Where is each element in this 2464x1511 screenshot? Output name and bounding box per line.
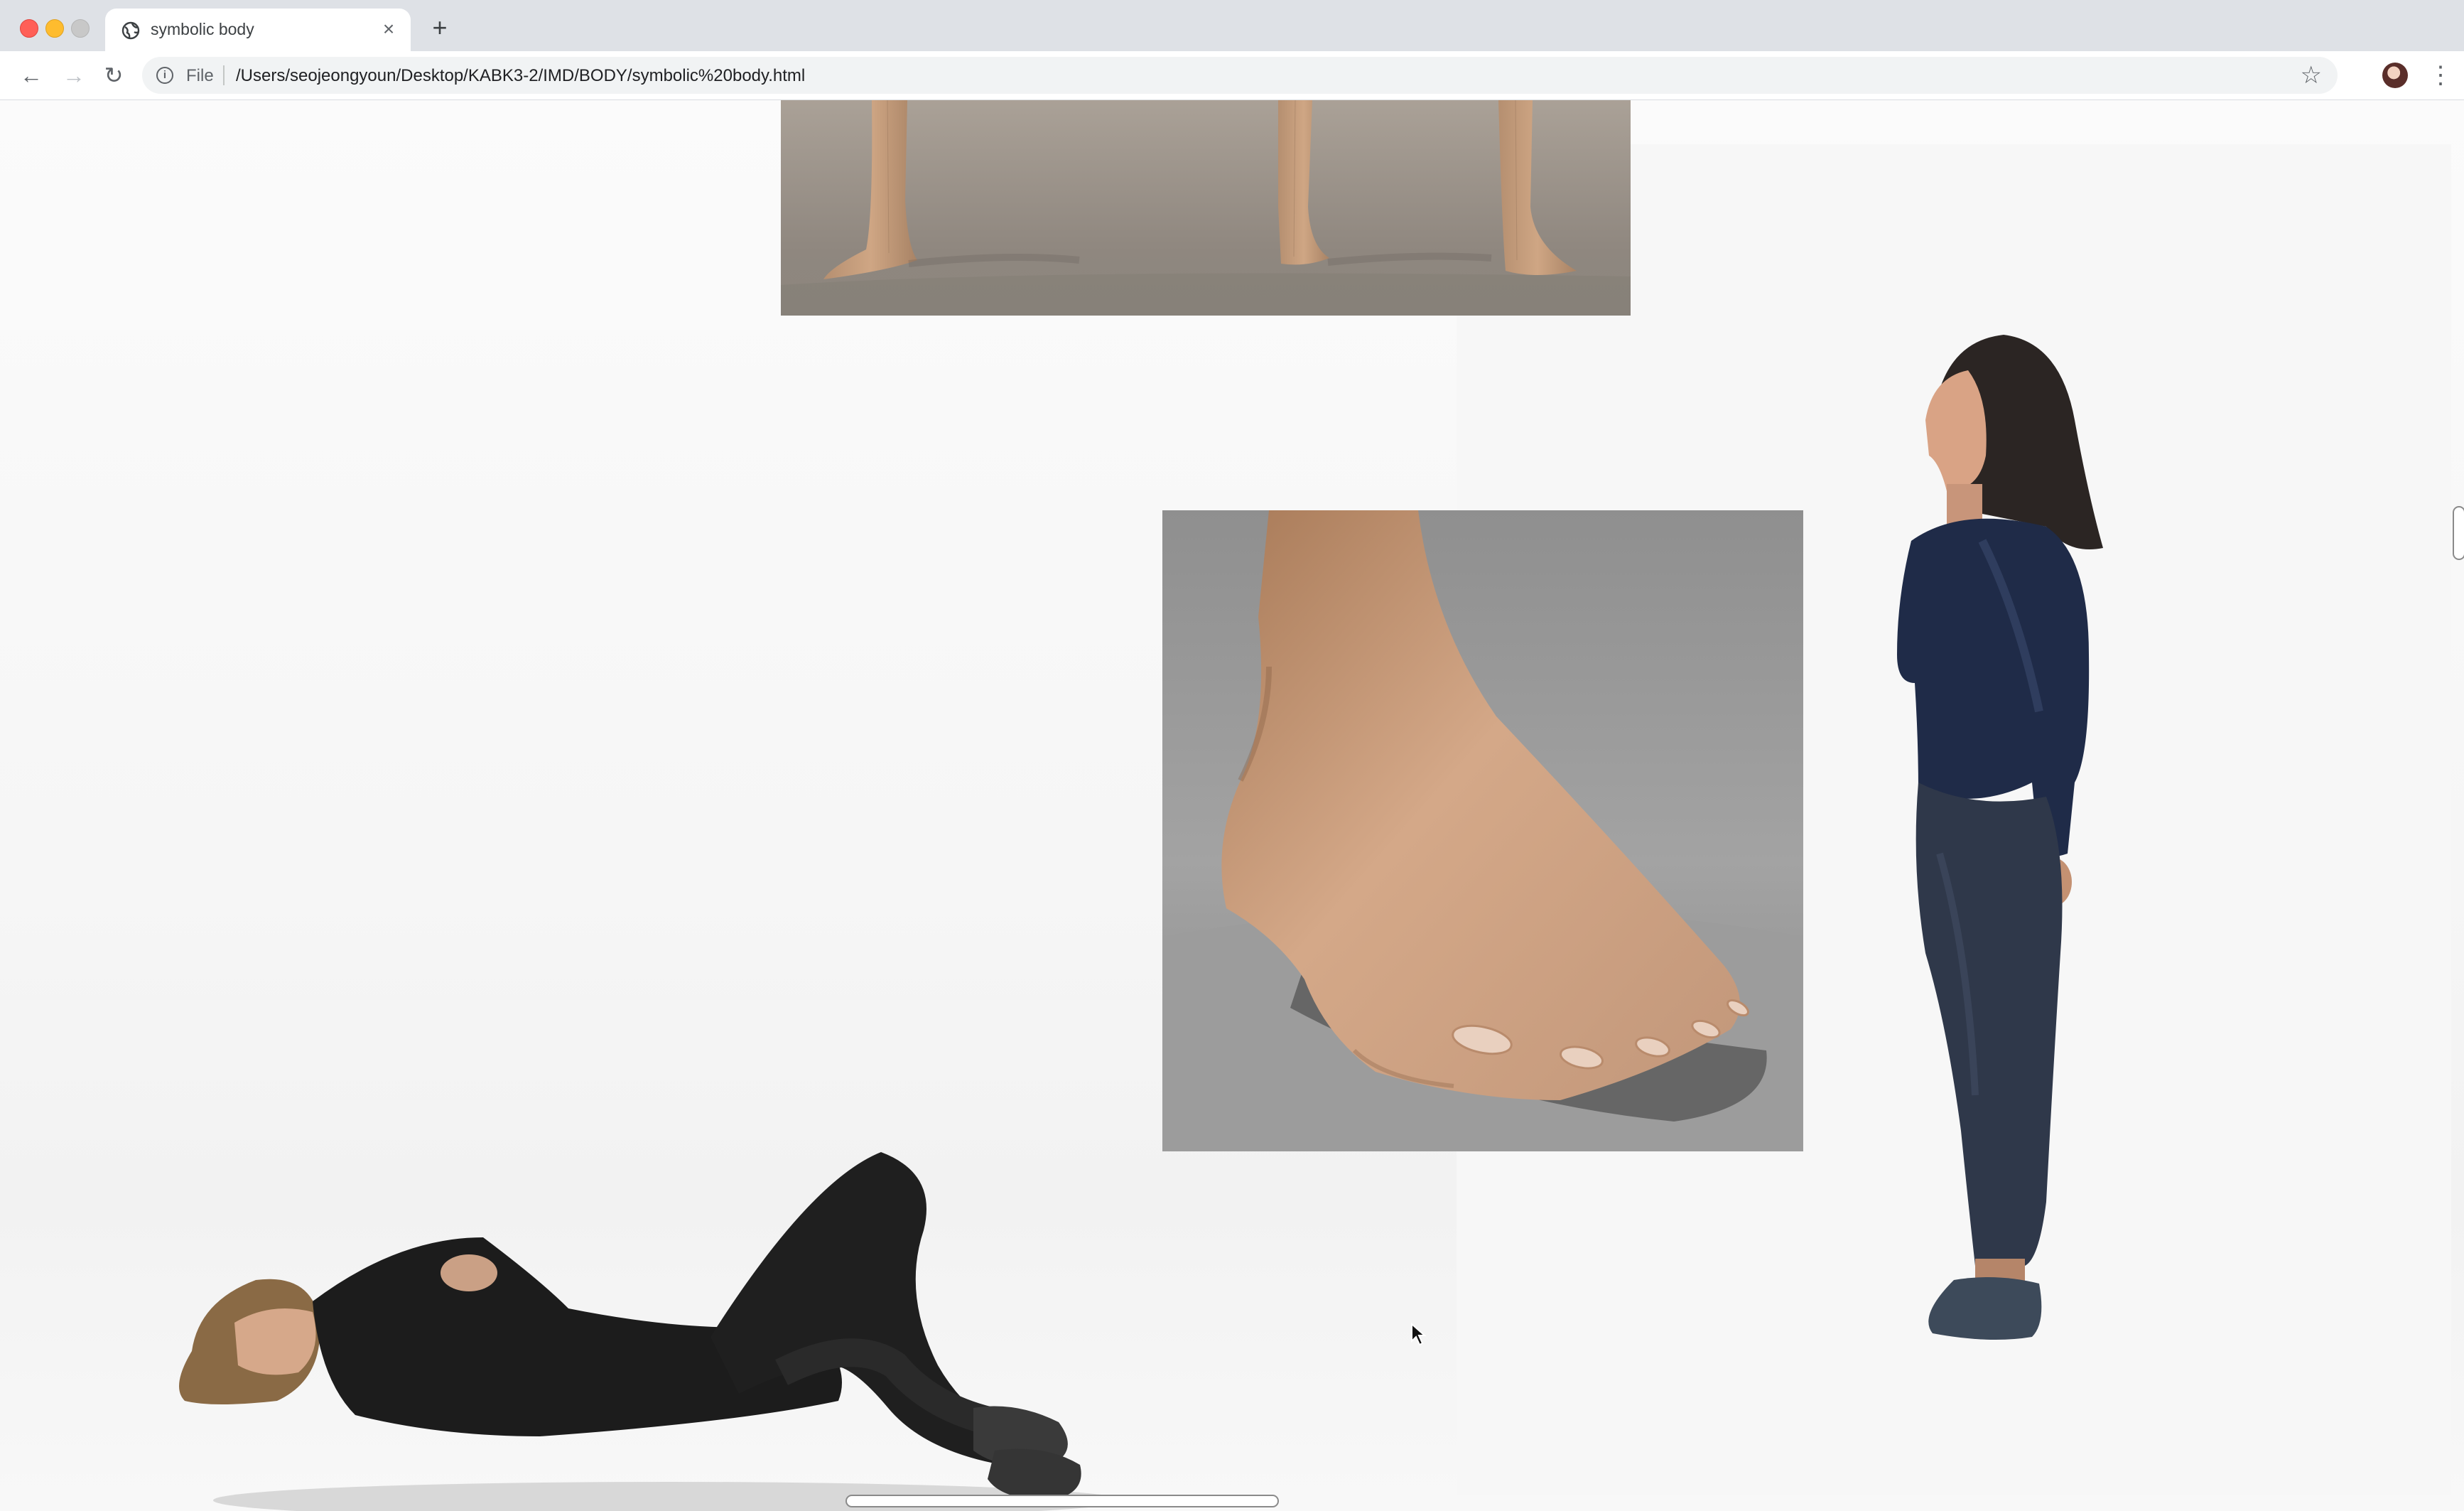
browser-menu-button[interactable]: ⋮ (2428, 61, 2453, 90)
reload-button[interactable]: ↻ (99, 61, 128, 90)
zoom-window-button[interactable] (71, 19, 90, 38)
info-icon[interactable]: i (156, 67, 173, 84)
horizontal-scrollbar[interactable] (845, 1495, 1279, 1507)
new-tab-button[interactable]: + (426, 14, 453, 41)
back-button[interactable]: ← (17, 61, 45, 90)
tab-close-button[interactable]: × (378, 18, 399, 40)
scheme-label: File (186, 66, 214, 85)
3d-foot-image (1162, 510, 1803, 1151)
vertical-scrollbar[interactable] (2453, 506, 2464, 560)
tab-title: symbolic body (151, 20, 254, 38)
address-bar[interactable]: i File /Users/seojeongyoun/Desktop/KABK3… (142, 57, 2338, 94)
bookmark-star-icon[interactable]: ☆ (2301, 61, 2322, 90)
forward-button[interactable]: → (60, 61, 88, 90)
minimize-window-button[interactable] (45, 19, 64, 38)
browser-toolbar: ← → ↻ i File /Users/seojeongyoun/Desktop… (0, 51, 2464, 100)
address-divider (223, 65, 225, 85)
lying-person-photo (179, 1152, 1123, 1511)
mouse-cursor-icon (1411, 1323, 1427, 1346)
profile-avatar[interactable] (2382, 63, 2408, 88)
3d-legs-image (781, 100, 1631, 316)
tab-symbolic-body[interactable]: symbolic body × (105, 9, 411, 51)
url-text[interactable]: /Users/seojeongyoun/Desktop/KABK3-2/IMD/… (236, 66, 805, 86)
close-window-button[interactable] (20, 19, 38, 38)
tab-bar: symbolic body × + (0, 0, 2464, 51)
globe-icon (121, 21, 140, 40)
page-viewport (0, 100, 2464, 1511)
standing-person-photo (1897, 335, 2103, 1340)
